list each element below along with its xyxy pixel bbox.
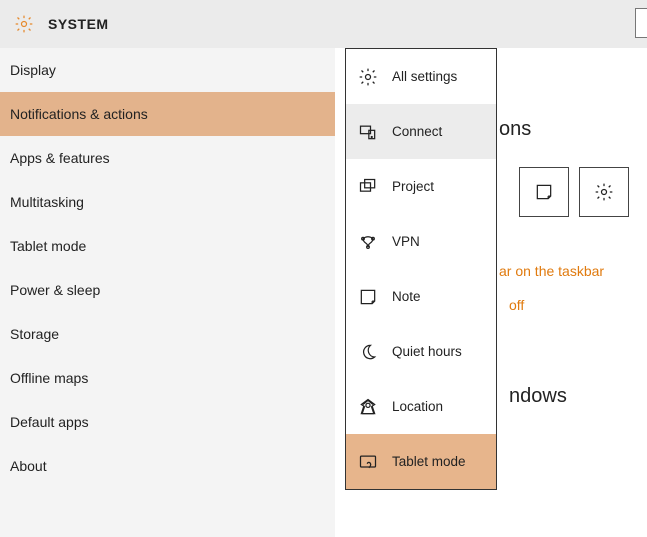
quick-action-note[interactable] [519, 167, 569, 217]
flyout-item-connect[interactable]: Connect [346, 104, 496, 159]
settings-sidebar: Display Notifications & actions Apps & f… [0, 48, 335, 537]
sidebar-item-multitasking[interactable]: Multitasking [0, 180, 335, 224]
flyout-item-tablet-mode[interactable]: Tablet mode [346, 434, 496, 489]
sidebar-item-about[interactable]: About [0, 444, 335, 488]
flyout-item-vpn[interactable]: VPN [346, 214, 496, 269]
sidebar-item-label: Notifications & actions [10, 106, 148, 122]
flyout-item-label: VPN [392, 234, 420, 249]
connect-icon [358, 122, 378, 142]
sidebar-item-label: Offline maps [10, 370, 88, 386]
notifications-heading: ndows [509, 385, 633, 408]
note-icon [358, 287, 378, 307]
link-taskbar-icons[interactable]: ar on the taskbar [499, 263, 633, 279]
flyout-item-label: All settings [392, 69, 457, 84]
vpn-icon [358, 232, 378, 252]
project-icon [358, 177, 378, 197]
sidebar-item-storage[interactable]: Storage [0, 312, 335, 356]
sidebar-item-label: Default apps [10, 414, 89, 430]
quick-action-settings[interactable] [579, 167, 629, 217]
header-title: SYSTEM [48, 16, 109, 32]
sidebar-item-default-apps[interactable]: Default apps [0, 400, 335, 444]
flyout-item-location[interactable]: Location [346, 379, 496, 434]
sidebar-item-label: About [10, 458, 47, 474]
sidebar-item-power-sleep[interactable]: Power & sleep [0, 268, 335, 312]
gear-icon [358, 67, 378, 87]
settings-header: SYSTEM [0, 0, 647, 48]
flyout-item-label: Location [392, 399, 443, 414]
sidebar-item-label: Apps & features [10, 150, 110, 166]
sidebar-item-label: Storage [10, 326, 59, 342]
location-icon [358, 397, 378, 417]
flyout-item-quiet-hours[interactable]: Quiet hours [346, 324, 496, 379]
search-button[interactable] [635, 8, 647, 38]
sidebar-item-label: Power & sleep [10, 282, 100, 298]
gear-icon [14, 14, 34, 34]
sidebar-item-tablet-mode[interactable]: Tablet mode [0, 224, 335, 268]
flyout-item-note[interactable]: Note [346, 269, 496, 324]
flyout-item-label: Project [392, 179, 434, 194]
sidebar-item-notifications[interactable]: Notifications & actions [0, 92, 335, 136]
sidebar-item-label: Display [10, 62, 56, 78]
flyout-item-label: Connect [392, 124, 442, 139]
flyout-item-label: Note [392, 289, 421, 304]
flyout-item-label: Tablet mode [392, 454, 466, 469]
action-center-flyout: All settings Connect Project VPN Note Qu… [345, 48, 497, 490]
sidebar-item-label: Tablet mode [10, 238, 86, 254]
sidebar-item-offline-maps[interactable]: Offline maps [0, 356, 335, 400]
sidebar-item-display[interactable]: Display [0, 48, 335, 92]
flyout-item-all-settings[interactable]: All settings [346, 49, 496, 104]
sidebar-item-apps[interactable]: Apps & features [0, 136, 335, 180]
flyout-item-project[interactable]: Project [346, 159, 496, 214]
flyout-item-label: Quiet hours [392, 344, 462, 359]
moon-icon [358, 342, 378, 362]
page-title: ons [499, 118, 633, 141]
link-system-icons[interactable]: off [509, 297, 633, 313]
sidebar-item-label: Multitasking [10, 194, 84, 210]
tablet-icon [358, 452, 378, 472]
